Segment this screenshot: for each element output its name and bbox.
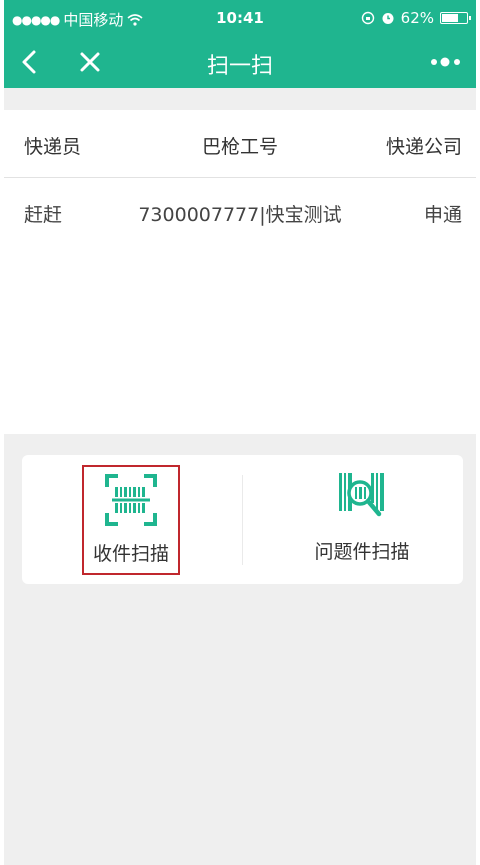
battery-percent: 62% [400,9,434,27]
barcode-scan-icon [105,474,157,526]
barcode-search-icon [339,473,384,517]
alarm-icon [382,13,394,24]
card-divider [242,475,243,565]
app-screen: ●●●●● 中国移动 10:41 62% 扫一扫 快递员 巴枪工号 快递公司 赶… [4,0,476,865]
battery-icon [440,12,471,24]
scan-actions-card: 收件扫描 问题件扫描 [22,455,463,584]
status-right: 62% [361,9,471,27]
cell-company: 申通 [423,204,462,226]
more-dots-icon[interactable] [428,50,464,74]
receive-scan-button[interactable]: 收件扫描 [82,465,180,575]
cell-scanner-id: 7300007777|快宝测试 [138,204,342,226]
courier-info-table: 快递员 巴枪工号 快递公司 赶赶 7300007777|快宝测试 申通 [4,110,476,434]
table-header: 快递员 巴枪工号 快递公司 [4,110,476,178]
page-title: 扫一扫 [206,54,273,79]
rotation-lock-icon [361,11,374,25]
header-company: 快递公司 [385,136,462,158]
status-bar: ●●●●● 中国移动 10:41 62% [4,0,476,36]
table-row: 赶赶 7300007777|快宝测试 申通 [4,178,476,246]
problem-scan-button[interactable]: 问题件扫描 [282,465,442,575]
top-bar: ●●●●● 中国移动 10:41 62% 扫一扫 [4,0,476,88]
nav-bar: 扫一扫 [4,38,476,86]
problem-scan-label: 问题件扫描 [314,541,410,563]
receive-scan-label: 收件扫描 [92,543,169,565]
